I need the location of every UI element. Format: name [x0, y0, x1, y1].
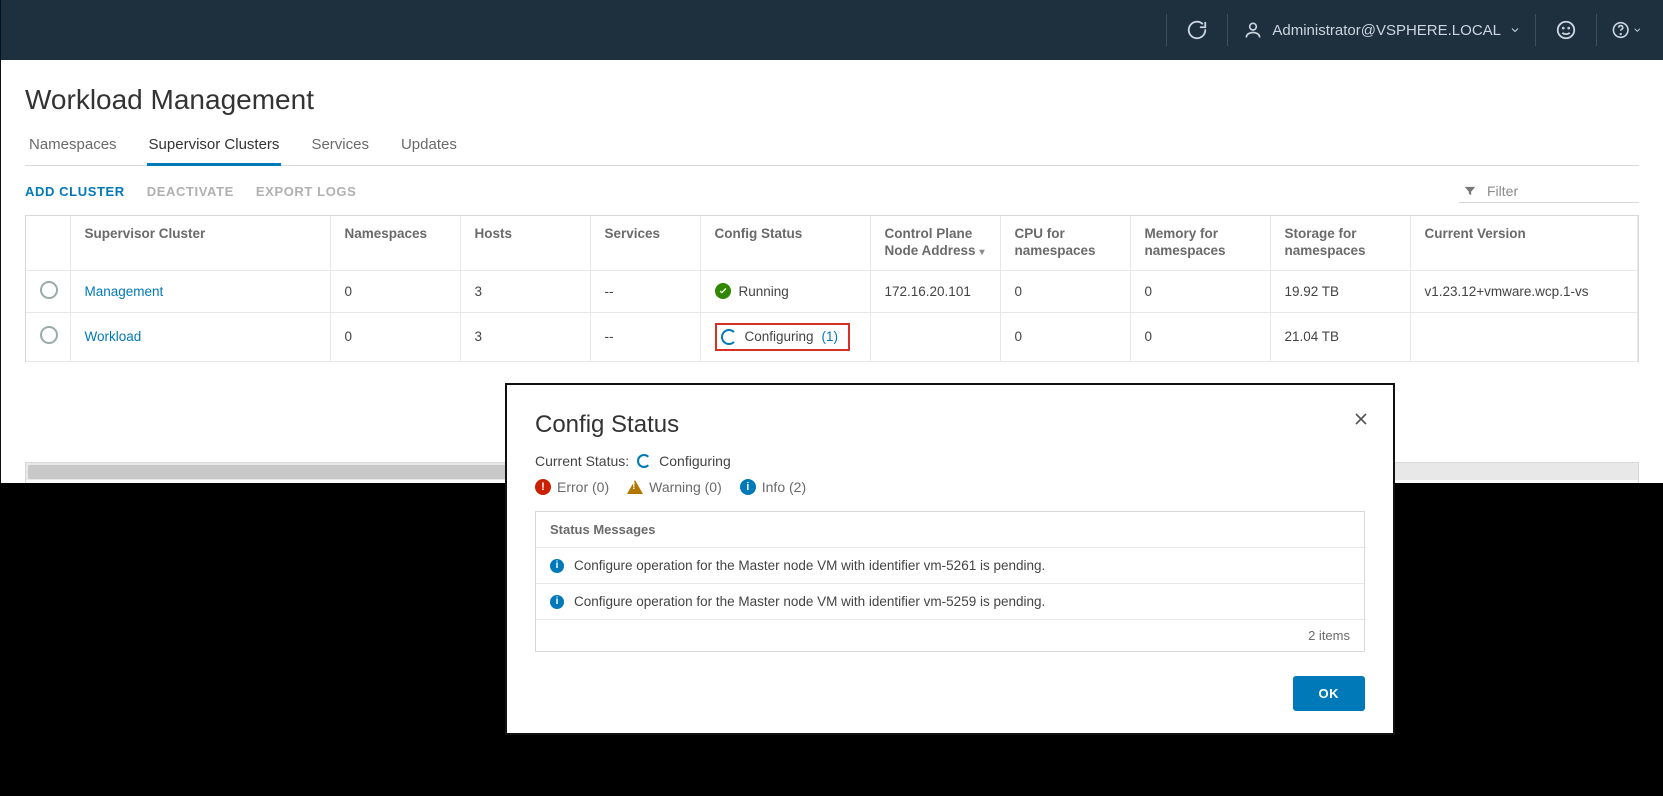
column-supervisor-cluster[interactable]: Supervisor Cluster: [70, 216, 330, 270]
column-current-version[interactable]: Current Version: [1410, 216, 1638, 270]
filter-field[interactable]: [1459, 180, 1639, 203]
cell-services: --: [590, 270, 700, 312]
status-text: Running: [739, 284, 789, 299]
dialog-title: Config Status: [535, 411, 1365, 439]
messages-footer: 2 items: [536, 620, 1364, 651]
export-logs-button: EXPORT LOGS: [256, 184, 357, 199]
page-title: Workload Management: [25, 84, 1639, 116]
message-text: Configure operation for the Master node …: [574, 594, 1045, 609]
column-cpu[interactable]: CPU for namespaces: [1000, 216, 1130, 270]
check-icon: [715, 283, 731, 299]
row-select-radio[interactable]: [40, 326, 58, 344]
user-menu[interactable]: Administrator@VSPHERE.LOCAL: [1242, 19, 1521, 41]
scroll-thumb[interactable]: [28, 465, 544, 479]
status-messages-table: Status Messages i Configure operation fo…: [535, 511, 1365, 652]
tab-updates[interactable]: Updates: [399, 130, 459, 166]
refresh-icon[interactable]: [1181, 14, 1213, 46]
chevron-down-icon: [1632, 24, 1643, 36]
info-count[interactable]: i Info (2): [740, 479, 806, 495]
current-status-label: Current Status:: [535, 453, 629, 469]
column-hosts[interactable]: Hosts: [460, 216, 590, 270]
info-icon: i: [740, 479, 756, 495]
status-text: Configuring: [745, 329, 814, 344]
cell-memory: 0: [1130, 270, 1270, 312]
cell-storage: 19.92 TB: [1270, 270, 1410, 312]
cell-namespaces: 0: [330, 270, 460, 312]
toolbar: ADD CLUSTER DEACTIVATE EXPORT LOGS: [25, 180, 1639, 203]
column-namespaces[interactable]: Namespaces: [330, 216, 460, 270]
cell-config-status: Running: [700, 270, 870, 312]
cell-memory: 0: [1130, 312, 1270, 361]
header-separator: [1535, 14, 1536, 46]
cell-cpu: 0: [1000, 270, 1130, 312]
message-text: Configure operation for the Master node …: [574, 558, 1045, 573]
cell-hosts: 3: [460, 270, 590, 312]
column-select: [26, 216, 70, 270]
cell-version: v1.23.12+vmware.wcp.1-vs: [1410, 270, 1638, 312]
user-icon: [1242, 19, 1264, 41]
ok-button[interactable]: OK: [1293, 676, 1366, 711]
filter-icon: [1463, 184, 1477, 198]
error-count[interactable]: ! Error (0): [535, 479, 609, 495]
tab-supervisor-clusters[interactable]: Supervisor Clusters: [147, 130, 282, 166]
cell-hosts: 3: [460, 312, 590, 361]
message-row: i Configure operation for the Master nod…: [536, 548, 1364, 584]
column-config-status[interactable]: Config Status: [700, 216, 870, 270]
cluster-link[interactable]: Management: [85, 284, 164, 299]
row-select-radio[interactable]: [40, 281, 58, 299]
tab-namespaces[interactable]: Namespaces: [27, 130, 119, 166]
cell-storage: 21.04 TB: [1270, 312, 1410, 361]
table-row[interactable]: Workload 0 3 -- Configuring (1) 0: [26, 312, 1638, 361]
cell-namespaces: 0: [330, 312, 460, 361]
header-separator: [1166, 14, 1167, 46]
error-icon: !: [535, 479, 551, 495]
config-status-dialog: Config Status Current Status: Configurin…: [505, 383, 1395, 735]
cell-control-plane: [870, 312, 1000, 361]
spinner-icon: [721, 329, 737, 345]
cell-config-status: Configuring (1): [700, 312, 870, 361]
feedback-icon[interactable]: [1550, 14, 1582, 46]
cell-cpu: 0: [1000, 312, 1130, 361]
message-row: i Configure operation for the Master nod…: [536, 584, 1364, 620]
messages-header: Status Messages: [536, 512, 1364, 548]
tab-services[interactable]: Services: [309, 130, 371, 166]
header-separator: [1596, 14, 1597, 46]
warning-count[interactable]: Warning (0): [627, 479, 722, 495]
cell-services: --: [590, 312, 700, 361]
help-icon[interactable]: [1611, 14, 1643, 46]
tab-bar: Namespaces Supervisor Clusters Services …: [25, 130, 1639, 166]
add-cluster-button[interactable]: ADD CLUSTER: [25, 184, 125, 199]
deactivate-button: DEACTIVATE: [147, 184, 234, 199]
column-services[interactable]: Services: [590, 216, 700, 270]
column-memory[interactable]: Memory for namespaces: [1130, 216, 1270, 270]
cell-version: [1410, 312, 1638, 361]
status-counts: ! Error (0) Warning (0) i Info (2): [535, 479, 1365, 495]
chevron-down-icon: [1509, 24, 1521, 36]
supervisor-clusters-table: Supervisor Cluster Namespaces Hosts Serv…: [25, 215, 1639, 362]
current-status-value: Configuring: [659, 453, 731, 469]
status-count: (1): [822, 329, 839, 344]
warning-icon: [627, 480, 643, 494]
current-status-row: Current Status: Configuring: [535, 453, 1365, 469]
info-icon: i: [550, 559, 564, 573]
app-header: Administrator@VSPHERE.LOCAL: [0, 0, 1663, 60]
header-separator: [1227, 14, 1228, 46]
cell-control-plane: 172.16.20.101: [870, 270, 1000, 312]
info-icon: i: [550, 595, 564, 609]
close-icon[interactable]: [1351, 409, 1371, 432]
table-row[interactable]: Management 0 3 -- Running 1: [26, 270, 1638, 312]
column-control-plane[interactable]: Control Plane Node Address▾: [870, 216, 1000, 270]
sort-indicator-icon: ▾: [980, 247, 985, 258]
cluster-link[interactable]: Workload: [85, 329, 142, 344]
spinner-icon: [637, 454, 651, 468]
filter-input[interactable]: [1485, 182, 1625, 200]
config-status-highlighted[interactable]: Configuring (1): [715, 323, 851, 351]
user-label: Administrator@VSPHERE.LOCAL: [1272, 22, 1501, 39]
column-storage[interactable]: Storage for namespaces: [1270, 216, 1410, 270]
